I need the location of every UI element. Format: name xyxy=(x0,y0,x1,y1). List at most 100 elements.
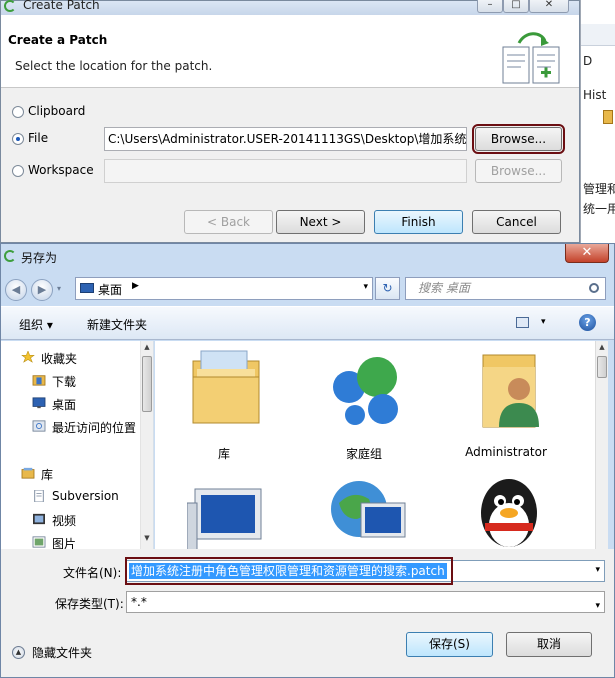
background-eclipse-window: D Hist 管理和 统一用 xyxy=(580,0,615,243)
recent-places-icon xyxy=(32,420,46,432)
document-icon xyxy=(34,490,44,502)
file-label: 家庭组 xyxy=(345,447,382,461)
save-dialog-close-button[interactable]: ✕ xyxy=(565,244,609,263)
address-bar[interactable]: 桌面 ▶ ▾ xyxy=(75,277,373,300)
forward-nav-button[interactable]: ▶ xyxy=(31,279,53,301)
recent-locations-dropdown[interactable]: ▾ xyxy=(57,284,61,293)
finish-button[interactable]: Finish xyxy=(374,210,463,234)
file-item-libraries[interactable]: 库 xyxy=(169,341,279,461)
search-input[interactable]: 搜索 桌面 xyxy=(405,277,606,300)
nav-label: 最近访问的位置 xyxy=(52,421,137,435)
back-nav-button[interactable]: ◀ xyxy=(5,279,27,301)
address-location[interactable]: 桌面 xyxy=(98,281,122,298)
address-chevron-icon[interactable]: ▶ xyxy=(132,281,139,291)
file-radio[interactable] xyxy=(12,133,24,145)
refresh-button[interactable]: ↻ xyxy=(375,277,400,300)
cancel-button[interactable]: Cancel xyxy=(472,210,561,234)
hide-folders-label: 隐藏文件夹 xyxy=(32,646,93,660)
library-icon xyxy=(21,467,35,479)
file-item-qq[interactable] xyxy=(451,467,561,549)
eclipse-app-icon xyxy=(4,0,16,12)
save-form: 文件名(N): 增加系统注册中角色管理权限管理和资源管理的搜索.patch ▾ … xyxy=(1,549,614,677)
minimize-button[interactable]: – xyxy=(477,0,503,13)
scroll-thumb[interactable] xyxy=(597,356,607,378)
workspace-radio[interactable] xyxy=(12,165,24,177)
video-icon xyxy=(33,513,45,525)
browse-file-button[interactable]: Browse... xyxy=(472,124,565,154)
patch-titlebar[interactable]: Create Patch – □ ✕ xyxy=(1,0,579,15)
filename-label: 文件名(N): xyxy=(63,566,122,580)
view-dropdown-icon[interactable]: ▾ xyxy=(541,317,546,327)
scroll-up-icon[interactable]: ▲ xyxy=(597,343,607,351)
patch-header-description: Select the location for the patch. xyxy=(15,59,213,73)
organize-button[interactable]: 组织 ▾ xyxy=(19,316,53,333)
nav-pane-scrollbar[interactable]: ▲ ▼ xyxy=(140,341,153,549)
file-path-input[interactable]: C:\Users\Administrator.USER-20141113GS\D… xyxy=(104,127,467,151)
scroll-up-icon[interactable]: ▲ xyxy=(142,343,152,351)
picture-icon xyxy=(32,536,46,548)
desktop-icon xyxy=(32,397,46,409)
nav-label: 收藏夹 xyxy=(41,352,78,366)
clipboard-radio[interactable] xyxy=(12,106,24,118)
background-text-3: 管理和 xyxy=(583,182,615,196)
homegroup-icon xyxy=(333,357,398,425)
filename-dropdown-icon[interactable]: ▾ xyxy=(595,565,600,575)
cancel-save-button[interactable]: 取消 xyxy=(506,632,592,657)
patch-header: Create a Patch Select the location for t… xyxy=(1,15,579,88)
star-icon xyxy=(21,351,35,363)
filename-input[interactable]: 增加系统注册中角色管理权限管理和资源管理的搜索.patch ▾ xyxy=(125,557,605,585)
filetype-label: 保存类型(T): xyxy=(55,597,124,611)
save-as-dialog: 另存为 ✕ ◀ ▶ ▾ 桌面 ▶ ▾ ↻ 搜索 桌面 组织 ▾ 新建文件夹 ▾ … xyxy=(0,243,615,678)
file-list-scrollbar[interactable]: ▲ xyxy=(595,341,608,549)
chevron-up-icon[interactable]: ▲ xyxy=(12,646,25,659)
background-text-2: Hist xyxy=(583,88,607,102)
back-button: < Back xyxy=(184,210,273,234)
file-label: File xyxy=(28,131,49,145)
filetype-value: *.* xyxy=(131,595,147,609)
workspace-path-input xyxy=(104,159,467,183)
desktop-icon xyxy=(80,283,94,293)
maximize-button[interactable]: □ xyxy=(503,0,529,13)
change-view-icon[interactable] xyxy=(516,317,529,328)
workspace-label: Workspace xyxy=(28,163,94,177)
library-folder-icon xyxy=(192,350,260,424)
filename-highlight-box xyxy=(125,557,453,585)
network-icon xyxy=(331,481,406,538)
file-item-computer[interactable] xyxy=(169,467,279,549)
download-folder-icon xyxy=(32,375,46,386)
browse-workspace-button: Browse... xyxy=(475,159,562,183)
address-dropdown-icon[interactable]: ▾ xyxy=(363,282,368,292)
background-text-1: D xyxy=(583,54,593,68)
scroll-thumb[interactable] xyxy=(142,356,152,412)
patch-window-title: Create Patch xyxy=(23,0,100,12)
file-item-homegroup[interactable]: 家庭组 xyxy=(309,341,419,461)
filetype-select[interactable]: *.* ▾ xyxy=(126,591,605,613)
file-label: 库 xyxy=(217,447,230,461)
nav-label: 库 xyxy=(41,468,54,482)
save-dialog-title: 另存为 xyxy=(21,251,58,265)
nav-label: 下载 xyxy=(52,375,77,389)
save-toolbar: 组织 ▾ 新建文件夹 ▾ ? xyxy=(1,306,614,340)
close-button[interactable]: ✕ xyxy=(529,0,569,13)
patch-header-title: Create a Patch xyxy=(8,33,108,47)
background-text-4: 统一用 xyxy=(583,202,615,216)
file-item-network[interactable] xyxy=(309,467,419,549)
clipboard-label: Clipboard xyxy=(28,104,86,118)
scroll-down-icon[interactable]: ▼ xyxy=(142,534,152,542)
next-button[interactable]: Next > xyxy=(276,210,365,234)
file-label: Administrator xyxy=(465,445,547,459)
search-icon[interactable] xyxy=(589,283,599,293)
background-toolbar xyxy=(581,24,615,46)
file-list: 库 家庭组 Administrator xyxy=(155,341,595,549)
background-folder-icon xyxy=(603,110,613,124)
help-button[interactable]: ? xyxy=(579,314,596,331)
nav-label: 图片 xyxy=(52,537,77,549)
patch-wizard-icon xyxy=(502,32,560,84)
filetype-dropdown-icon[interactable]: ▾ xyxy=(595,596,600,616)
nav-label: Subversion xyxy=(52,489,119,503)
user-folder-icon xyxy=(482,354,539,428)
file-item-administrator[interactable]: Administrator xyxy=(451,341,561,461)
qq-penguin-icon xyxy=(481,479,537,547)
save-button[interactable]: 保存(S) xyxy=(406,632,493,657)
new-folder-button[interactable]: 新建文件夹 xyxy=(87,316,147,333)
